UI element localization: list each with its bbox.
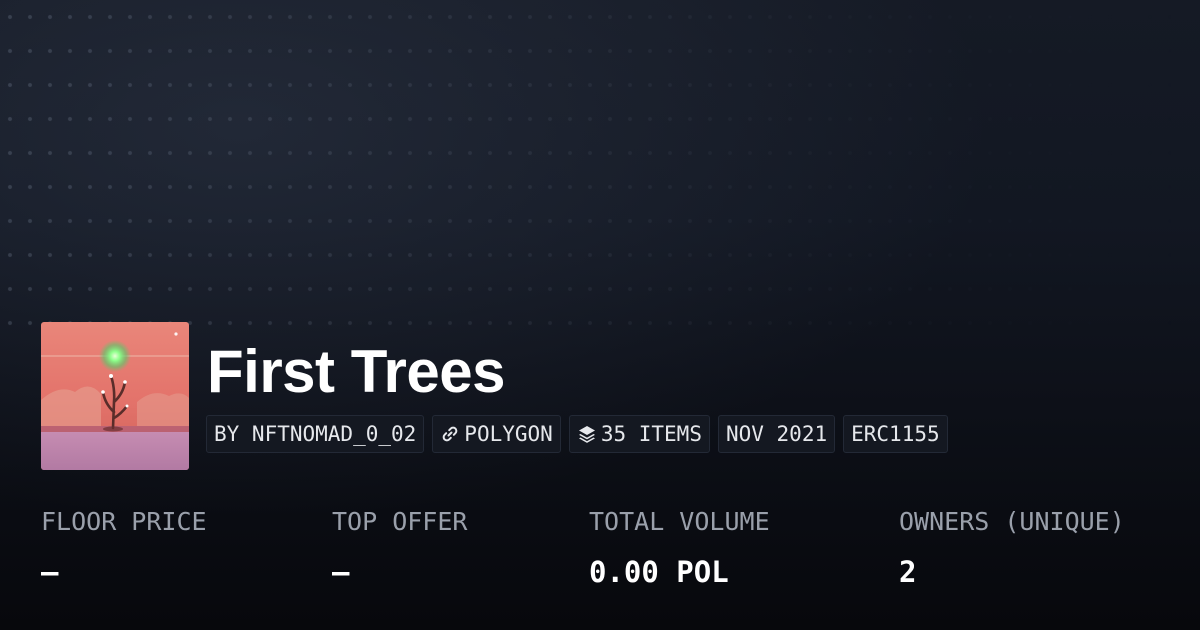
date-tag-label: NOV 2021 — [725, 422, 828, 446]
chain-tag-label: POLYGON — [464, 422, 553, 446]
desert-tree-artwork — [41, 322, 189, 470]
items-tag-label: 35 ITEMS — [600, 422, 702, 446]
link-icon — [440, 424, 460, 444]
background-dot-pattern — [0, 0, 1200, 340]
chain-tag[interactable]: POLYGON — [432, 415, 561, 453]
standard-tag-label: ERC1155 — [851, 422, 940, 446]
collection-stats: FLOOR PRICE – TOP OFFER – TOTAL VOLUME 0… — [0, 505, 1200, 605]
creator-tag-label: BY NFTNOMAD_0_02 — [214, 422, 417, 446]
owners-stat: OWNERS (UNIQUE) 2 — [899, 505, 1125, 590]
top-offer-value: – — [332, 555, 350, 589]
top-offer-stat: TOP OFFER – — [332, 505, 467, 590]
collection-tags: BY NFTNOMAD_0_02 POLYGON 35 ITEMS NOV 20… — [206, 415, 948, 453]
date-tag: NOV 2021 — [717, 415, 836, 453]
floor-price-label: FLOOR PRICE — [41, 507, 207, 536]
owners-value: 2 — [899, 555, 917, 589]
layers-icon — [577, 424, 597, 444]
total-volume-value: 0.00 POL — [589, 555, 729, 589]
collection-title: First Trees — [207, 338, 506, 405]
standard-tag: ERC1155 — [843, 415, 948, 453]
floor-price-value: – — [41, 555, 59, 589]
collection-thumbnail — [41, 322, 189, 470]
floor-price-stat: FLOOR PRICE – — [41, 505, 207, 590]
collection-share-card: First Trees BY NFTNOMAD_0_02 POLYGON 35 … — [0, 0, 1200, 630]
owners-label: OWNERS (UNIQUE) — [899, 507, 1125, 536]
items-tag[interactable]: 35 ITEMS — [568, 415, 710, 453]
top-offer-label: TOP OFFER — [332, 507, 468, 536]
creator-tag[interactable]: BY NFTNOMAD_0_02 — [206, 415, 425, 453]
total-volume-stat: TOTAL VOLUME 0.00 POL — [589, 505, 770, 590]
total-volume-label: TOTAL VOLUME — [589, 507, 770, 536]
